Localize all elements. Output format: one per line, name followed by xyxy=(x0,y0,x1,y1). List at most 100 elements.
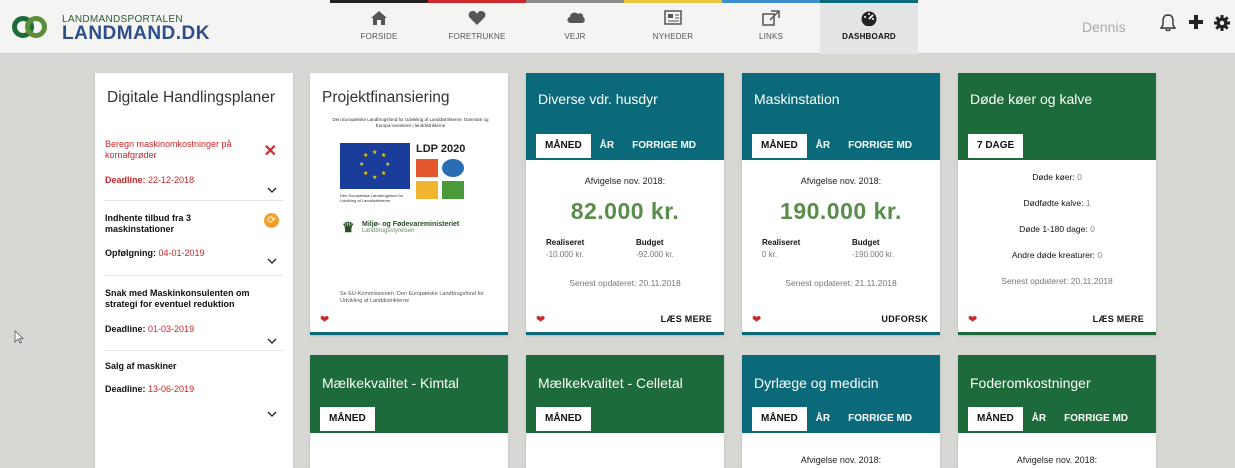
tab-nyheder[interactable]: NYHEDER xyxy=(624,0,722,54)
chevron-down-icon[interactable] xyxy=(267,256,277,266)
chevron-down-icon[interactable] xyxy=(267,185,277,195)
heart-icon[interactable]: ❤ xyxy=(536,313,545,326)
feed-cost-card: Foderomkostninger MÅNED ÅR FORRIGE MD Af… xyxy=(958,355,1156,468)
card-title: Mælkekvalitet - Celletal xyxy=(538,375,683,391)
tab-maaned[interactable]: MÅNED xyxy=(536,407,591,431)
budget-block: Budget -92.000 kr. xyxy=(636,238,674,259)
tab-maaned[interactable]: MÅNED xyxy=(536,134,591,158)
period-tabs: MÅNED ÅR FORRIGE MD xyxy=(968,405,1137,433)
card-title: Foderomkostninger xyxy=(970,375,1091,391)
card-title: Døde køer og kalve xyxy=(970,91,1093,107)
gear-icon[interactable] xyxy=(1212,14,1232,34)
card-body: Afvigelse nov. 2018: 190.000 kr. Realise… xyxy=(742,160,940,300)
period-tabs: MÅNED ÅR FORRIGE MD xyxy=(752,405,921,433)
landmand-logo[interactable]: LANDMANDSPORTALEN LANDMAND.DK xyxy=(12,12,209,44)
ldp-tile-icon xyxy=(416,159,438,177)
read-more-link[interactable]: LÆS MERE xyxy=(1093,314,1144,324)
cloud-icon xyxy=(566,10,585,28)
external-link-icon xyxy=(762,10,780,28)
period-label: Afvigelse nov. 2018: xyxy=(584,176,666,186)
stat-row: Døde 1-180 dage: 0 xyxy=(1019,224,1095,234)
stat-row: Døde køer: 0 xyxy=(1032,172,1082,182)
ministry-name: Miljø- og Fødevareministeriet xyxy=(362,221,460,228)
stat-row: Andre døde kreaturer: 0 xyxy=(1011,250,1103,260)
tab-maaned[interactable]: MÅNED xyxy=(320,407,375,431)
tab-label: DASHBOARD xyxy=(842,32,896,41)
tab-aar[interactable]: ÅR xyxy=(807,407,839,431)
tab-aar[interactable]: ÅR xyxy=(1023,407,1055,431)
plan-text: Snak med Maskinkonsulenten om strategi f… xyxy=(105,288,250,309)
heart-icon[interactable]: ❤ xyxy=(320,313,329,326)
card-header: Diverse vdr. husdyr MÅNED ÅR FORRIGE MD xyxy=(526,73,724,160)
heart-icon[interactable]: ❤ xyxy=(752,313,761,326)
panel-title: Digitale Handlingsplaner xyxy=(107,89,276,106)
plan-item[interactable]: Indhente tilbud fra 3 maskinstationer ⟳ … xyxy=(105,201,283,276)
home-icon xyxy=(370,10,388,28)
tab-links[interactable]: LINKS xyxy=(722,0,820,54)
ldp-title: LDP 2020 xyxy=(416,143,466,155)
card-title: Projektfinansiering xyxy=(322,89,450,106)
explore-link[interactable]: UDFORSK xyxy=(881,314,928,324)
card-header: Maskinstation MÅNED ÅR FORRIGE MD xyxy=(742,73,940,160)
plan-deadline: Opfølgning: 04-01-2019 xyxy=(105,248,205,258)
action-plans-panel: Digitale Handlingsplaner Beregn maskinom… xyxy=(95,73,293,468)
tab-aar[interactable]: ÅR xyxy=(807,134,839,158)
husdyr-card: Diverse vdr. husdyr MÅNED ÅR FORRIGE MD … xyxy=(526,73,724,335)
card-footer: ❤ xyxy=(310,303,508,335)
period-tabs: MÅNED ÅR FORRIGE MD xyxy=(536,132,705,160)
dashboard-icon xyxy=(860,10,878,28)
tab-forside[interactable]: FORSIDE xyxy=(330,0,428,54)
plan-text: Beregn maskinomkostninger på kornafgrøde… xyxy=(105,139,232,160)
tab-forrige-md[interactable]: FORRIGE MD xyxy=(839,134,921,158)
chevron-down-icon[interactable] xyxy=(267,409,277,419)
card-title: Mælkekvalitet - Kimtal xyxy=(322,375,459,391)
plan-item[interactable]: Beregn maskinomkostninger på kornafgrøde… xyxy=(105,121,283,201)
deviation-amount: 82.000 kr. xyxy=(570,198,680,224)
ministry-logo: ♛ Miljø- og Fødevareministeriet Landbrug… xyxy=(342,219,460,235)
tab-maaned[interactable]: MÅNED xyxy=(752,407,807,431)
tab-maaned[interactable]: MÅNED xyxy=(752,134,807,158)
tab-foretrukne[interactable]: FORETRUKNE xyxy=(428,0,526,54)
period-tabs: MÅNED xyxy=(536,405,591,433)
card-footer: ❤ UDFORSK xyxy=(742,303,940,335)
tab-forrige-md[interactable]: FORRIGE MD xyxy=(1055,407,1137,431)
chevron-down-icon[interactable] xyxy=(267,336,277,346)
ldp-tile-icon xyxy=(416,181,438,199)
logo-circles-icon xyxy=(12,16,60,38)
close-icon[interactable]: ✕ xyxy=(264,141,277,161)
plan-item[interactable]: Snak med Maskinkonsulenten om strategi f… xyxy=(105,276,283,351)
refresh-icon[interactable]: ⟳ xyxy=(264,213,279,228)
card-header: Dyrlæge og medicin MÅNED ÅR FORRIGE MD xyxy=(742,355,940,433)
maskinstation-card: Maskinstation MÅNED ÅR FORRIGE MD Afvige… xyxy=(742,73,940,335)
tab-dashboard[interactable]: DASHBOARD xyxy=(820,0,918,54)
card-footer: ❤ LÆS MERE xyxy=(958,303,1156,335)
card-body: Afvigelse nov. 2018: 82.000 kr. Realiser… xyxy=(526,160,724,300)
updated-text: Senest opdateret: 20.11.2018 xyxy=(569,278,681,288)
period-label: Afvigelse nov. 2018: xyxy=(800,176,882,186)
tab-aar[interactable]: ÅR xyxy=(591,134,623,158)
user-name[interactable]: Dennis xyxy=(1082,19,1126,35)
read-more-link[interactable]: LÆS MERE xyxy=(661,314,712,324)
period-tabs: MÅNED xyxy=(320,405,375,433)
mouse-cursor-icon xyxy=(14,330,25,344)
tab-label: NYHEDER xyxy=(652,32,694,41)
tab-vejr[interactable]: VEJR xyxy=(526,0,624,54)
period-label: Afvigelse nov. 2018: xyxy=(800,455,882,465)
ldp-tile-icon xyxy=(442,159,464,177)
heart-icon xyxy=(468,10,486,28)
plus-icon[interactable] xyxy=(1186,14,1206,34)
flag-caption: Den Europæiske Landbrugsfond for Udvikli… xyxy=(340,193,404,203)
tab-7-dage[interactable]: 7 DAGE xyxy=(968,134,1024,158)
tab-label: FORETRUKNE xyxy=(448,32,506,41)
tab-forrige-md[interactable]: FORRIGE MD xyxy=(839,407,921,431)
milk-celletal-card: Mælkekvalitet - Celletal MÅNED xyxy=(526,355,724,468)
card-header: Mælkekvalitet - Celletal MÅNED xyxy=(526,355,724,433)
realiseret-block: Realiseret 0 kr. xyxy=(762,238,801,259)
plan-item[interactable]: Salg af maskiner Deadline: 13-06-2019 xyxy=(105,351,283,423)
plan-deadline: Deadline: 13-06-2019 xyxy=(105,384,195,394)
dead-cattle-card: Døde køer og kalve 7 DAGE Døde køer: 0 D… xyxy=(958,73,1156,335)
tab-forrige-md[interactable]: FORRIGE MD xyxy=(623,134,705,158)
tab-maaned[interactable]: MÅNED xyxy=(968,407,1023,431)
bell-icon[interactable] xyxy=(1158,14,1178,34)
heart-icon[interactable]: ❤ xyxy=(968,313,977,326)
